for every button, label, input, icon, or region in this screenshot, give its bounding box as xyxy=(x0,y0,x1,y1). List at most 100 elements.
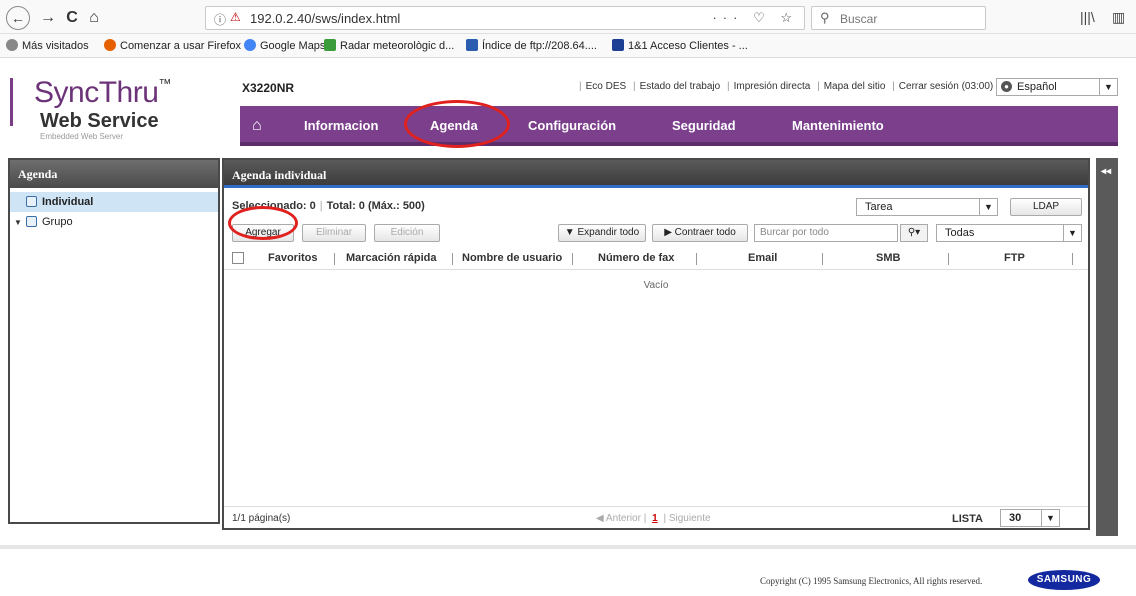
url-bar[interactable]: ⓘ ⚠ 192.0.2.40/sws/index.html ··· ♡ ☆ xyxy=(205,6,805,30)
bookmark-google-maps[interactable]: Google Maps xyxy=(244,39,325,52)
browser-search-input[interactable]: ⚲ Buscar xyxy=(811,6,986,30)
globe-icon: ● xyxy=(1001,81,1012,92)
add-button[interactable]: Agregar xyxy=(232,224,294,242)
prev-page-link[interactable]: ◀ Anterior xyxy=(596,513,641,524)
browser-toolbar: ← → C ⌂ ⓘ ⚠ 192.0.2.40/sws/index.html ··… xyxy=(0,0,1136,34)
sidebar-item-grupo[interactable]: ▼ Grupo xyxy=(10,212,218,232)
search-input[interactable]: Burcar por todo xyxy=(754,224,898,242)
task-select[interactable]: Tarea ▼ xyxy=(856,198,998,216)
bookmark-label: 1&1 Acceso Clientes - ... xyxy=(628,40,748,52)
library-icon[interactable]: |||\ xyxy=(1080,9,1095,25)
col-ftp[interactable]: FTP xyxy=(1004,252,1025,264)
ldap-button[interactable]: LDAP xyxy=(1010,198,1082,216)
selected-count: Seleccionado: 0 xyxy=(232,200,316,212)
bookmark-ftp[interactable]: Índice de ftp://208.64.... xyxy=(466,39,597,52)
firefox-icon xyxy=(104,39,116,51)
next-page-link[interactable]: Siguiente xyxy=(669,513,711,524)
nav-informacion[interactable]: Informacion xyxy=(304,106,378,142)
double-chevron-left-icon[interactable]: ◂◂ xyxy=(1101,166,1111,177)
nav-seguridad[interactable]: Seguridad xyxy=(672,106,736,142)
1and1-icon xyxy=(612,39,624,51)
top-links: | Eco DES | Estado del trabajo | Impresión … xyxy=(579,81,994,92)
samsung-logo: SAMSUNG xyxy=(1028,570,1100,590)
col-favoritos[interactable]: Favoritos xyxy=(268,252,318,264)
main-nav: ⌂ Informacion Agenda Configuración Segur… xyxy=(240,106,1118,146)
footer-divider xyxy=(0,545,1136,549)
search-button[interactable]: ⚲▾ xyxy=(900,224,928,242)
bookmark-most-visited[interactable]: Más visitados xyxy=(6,39,89,52)
selection-info: Seleccionado: 0 | Total: 0 (Máx.: 500) xyxy=(232,200,425,212)
select-all-checkbox[interactable] xyxy=(232,252,244,264)
bookmarks-bar: Más visitados Comenzar a usar Firefox Go… xyxy=(0,34,1136,58)
folder-icon xyxy=(466,39,478,51)
collapse-all-button[interactable]: ▶ Contraer todo xyxy=(652,224,748,242)
logo-subtitle: Web Service xyxy=(40,110,159,132)
url-text[interactable]: 192.0.2.40/sws/index.html xyxy=(250,11,400,26)
nav-mantenimiento[interactable]: Mantenimiento xyxy=(792,106,884,142)
radar-icon xyxy=(324,39,336,51)
list-size-select[interactable]: 30 ▼ xyxy=(1000,509,1060,527)
address-book-panel: Agenda individual Seleccionado: 0 | Total:… xyxy=(222,158,1090,530)
bookmark-radar[interactable]: Radar meteorològic d... xyxy=(324,39,454,52)
delete-button[interactable]: Eliminar xyxy=(302,224,366,242)
edit-button[interactable]: Edición xyxy=(374,224,440,242)
expand-all-button[interactable]: ▼ Expandir todo xyxy=(558,224,646,242)
bookmark-label: Comenzar a usar Firefox xyxy=(120,40,242,52)
bookmark-label: Índice de ftp://208.64.... xyxy=(482,40,597,52)
reload-button[interactable]: C xyxy=(62,8,82,28)
language-value: Español xyxy=(1017,81,1057,93)
nav-configuracion[interactable]: Configuración xyxy=(528,106,616,142)
chevron-down-icon[interactable]: ▼ xyxy=(1041,509,1059,527)
trademark-symbol: ™ xyxy=(158,76,171,91)
copyright-text: Copyright (C) 1995 Samsung Electronics, … xyxy=(760,576,983,586)
link-job-status[interactable]: Estado del trabajo xyxy=(640,81,721,92)
bookmark-firefox[interactable]: Comenzar a usar Firefox xyxy=(104,39,241,52)
browser-search-placeholder: Buscar xyxy=(840,12,878,26)
insecure-lock-icon[interactable]: ⚠ xyxy=(230,10,241,24)
logo-embedded-text: Embedded Web Server xyxy=(40,132,124,141)
search-icon: ⚲ xyxy=(820,10,830,25)
list-size-label: LISTA xyxy=(952,513,983,525)
sidebar-toggle-icon[interactable]: ▥ xyxy=(1112,9,1125,26)
total-count: Total: 0 (Máx.: 500) xyxy=(326,200,425,212)
bookmark-1and1[interactable]: 1&1 Acceso Clientes - ... xyxy=(612,39,748,52)
link-logout[interactable]: Cerrar sesión (03:00) xyxy=(899,81,993,92)
col-email[interactable]: Email xyxy=(748,252,777,264)
sidebar-item-label: Individual xyxy=(42,196,94,208)
list-size-value: 30 xyxy=(1009,512,1022,524)
chevron-down-icon[interactable]: ▼ xyxy=(1063,224,1081,242)
forward-button[interactable]: → xyxy=(38,8,58,28)
star-icon xyxy=(6,39,18,51)
empty-message: Vacío xyxy=(643,280,669,291)
panel-title: Agenda individual xyxy=(224,160,1088,188)
sidebar-title: Agenda xyxy=(10,160,218,188)
home-button[interactable]: ⌂ xyxy=(84,8,104,28)
link-eco[interactable]: Eco DES xyxy=(586,81,627,92)
task-select-value: Tarea xyxy=(865,201,893,213)
info-icon[interactable]: ⓘ xyxy=(214,11,226,28)
pager: 1/1 página(s) ◀ Anterior | 1 | Siguiente… xyxy=(224,506,1088,528)
group-icon xyxy=(26,216,37,227)
collapse-panel-strip[interactable]: ◂◂ xyxy=(1096,158,1118,536)
col-numero-fax[interactable]: Número de fax xyxy=(598,252,674,264)
chevron-down-icon[interactable]: ▼ xyxy=(1099,78,1117,96)
search-icon: ⚲▾ xyxy=(907,227,921,238)
expand-triangle-icon[interactable]: ▼ xyxy=(14,213,26,233)
back-button[interactable]: ← xyxy=(6,6,30,30)
col-marcacion-rapida[interactable]: Marcación rápida xyxy=(346,252,436,264)
current-page[interactable]: 1 xyxy=(652,513,658,524)
sidebar-item-label: Grupo xyxy=(42,216,73,228)
sidebar-item-individual[interactable]: Individual xyxy=(10,192,218,212)
chevron-down-icon[interactable]: ▼ xyxy=(979,198,997,216)
nav-agenda[interactable]: Agenda xyxy=(430,106,478,142)
language-select[interactable]: ● Español ▼ xyxy=(996,78,1118,96)
filter-select[interactable]: Todas ▼ xyxy=(936,224,1082,242)
page-actions-icons[interactable]: ··· ♡ ☆ xyxy=(712,10,798,26)
logo-title-text: SyncThru xyxy=(34,76,159,109)
bookmark-label: Google Maps xyxy=(260,40,326,52)
home-icon[interactable]: ⌂ xyxy=(252,106,262,142)
link-sitemap[interactable]: Mapa del sitio xyxy=(824,81,886,92)
col-nombre-usuario[interactable]: Nombre de usuario xyxy=(462,252,562,264)
link-direct-print[interactable]: Impresión directa xyxy=(734,81,811,92)
col-smb[interactable]: SMB xyxy=(876,252,900,264)
